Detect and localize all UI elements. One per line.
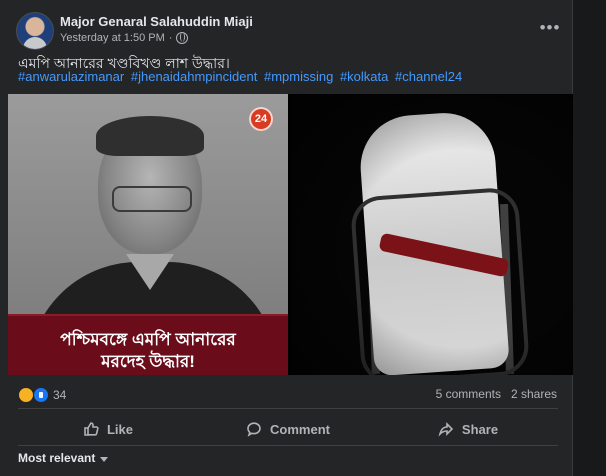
share-label: Share — [461, 421, 499, 437]
post-meta: Yesterday at 1:50 PM · — [60, 32, 189, 44]
author-avatar[interactable] — [16, 12, 54, 50]
portrait-hair — [96, 116, 204, 156]
image-vignette — [291, 94, 573, 375]
stretcher-image[interactable] — [291, 94, 573, 375]
like-reaction-icon — [33, 387, 49, 403]
hashtag-link[interactable]: #kolkata — [340, 69, 388, 84]
comment-button[interactable]: Comment — [198, 414, 378, 444]
post-hashtags: #anwarulazimanar #jhenaidahmpincident #m… — [18, 69, 465, 84]
caption-line: মরদেহ উদ্ধার! — [101, 352, 195, 371]
hashtag-link[interactable]: #mpmissing — [264, 69, 333, 84]
post-card: Major Genaral Salahuddin Miaji Yesterday… — [0, 0, 573, 476]
globe-icon — [176, 32, 189, 44]
hashtag-link[interactable]: #channel24 — [395, 69, 462, 84]
action-bar: Like Comment Share — [18, 414, 558, 444]
comments-sort-label: Most relevant — [18, 451, 96, 465]
comment-label: Comment — [270, 421, 330, 437]
comments-sort-dropdown[interactable]: Most relevant — [18, 451, 109, 465]
channel24-logo: 24 — [249, 107, 273, 131]
share-button[interactable]: Share — [378, 414, 558, 444]
like-label: Like — [106, 421, 133, 437]
hashtag-link[interactable]: #anwarulazimanar — [18, 69, 124, 84]
share-icon — [438, 422, 454, 437]
chevron-down-icon — [100, 456, 109, 462]
comment-icon — [247, 422, 261, 437]
more-horizontal-icon[interactable]: ••• — [538, 18, 562, 42]
shares-count[interactable]: 2 shares — [511, 387, 557, 401]
divider — [18, 445, 558, 446]
avatar-shoulders — [23, 37, 47, 49]
engagement-stats: 5 comments 2 shares — [436, 387, 557, 401]
like-button[interactable]: Like — [18, 414, 198, 444]
post-header: Major Genaral Salahuddin Miaji Yesterday… — [16, 12, 562, 52]
thumbs-up-icon — [84, 422, 99, 436]
reaction-summary[interactable]: 34 — [18, 386, 66, 404]
sad-reaction-icon — [18, 387, 34, 403]
reaction-count[interactable]: 34 — [53, 388, 66, 402]
post-meta-separator: · — [168, 32, 173, 44]
post-timestamp[interactable]: Yesterday at 1:50 PM — [60, 32, 165, 44]
hashtag-link[interactable]: #jhenaidahmpincident — [131, 69, 257, 84]
portrait-image[interactable]: 24 পশ্চিমবঙ্গে এমপি আনারের মরদেহ উদ্ধার! — [8, 94, 288, 375]
page-background — [573, 0, 606, 476]
author-name[interactable]: Major Genaral Salahuddin Miaji — [60, 14, 253, 29]
post-media[interactable]: 24 পশ্চিমবঙ্গে এমপি আনারের মরদেহ উদ্ধার! — [8, 94, 573, 375]
glasses-icon — [112, 186, 192, 212]
image-caption: পশ্চিমবঙ্গে এমপি আনারের মরদেহ উদ্ধার! — [8, 314, 288, 375]
divider — [18, 408, 558, 409]
comments-count[interactable]: 5 comments — [436, 387, 501, 401]
